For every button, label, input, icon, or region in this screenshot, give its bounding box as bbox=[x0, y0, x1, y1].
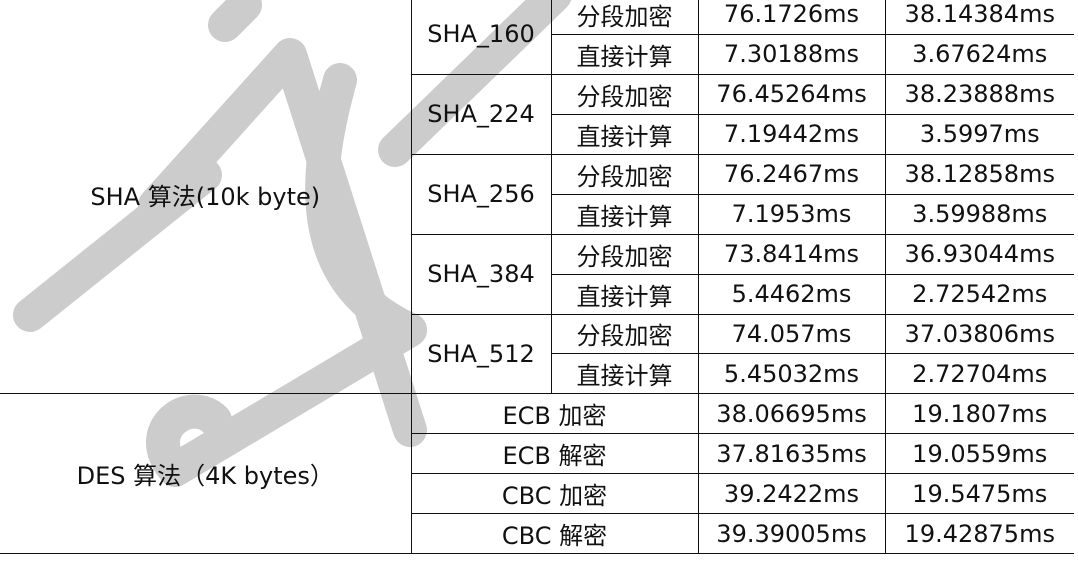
mode-cell: CBC 加密 bbox=[410, 473, 699, 515]
time-cell: 38.14384ms bbox=[884, 0, 1074, 35]
time-cell: 7.30188ms bbox=[697, 33, 886, 75]
algorithm-name: SHA_256 bbox=[410, 153, 552, 235]
method-cell: 分段加密 bbox=[550, 313, 699, 355]
method-cell: 分段加密 bbox=[550, 233, 699, 275]
table-row: SHA 算法(10k byte) SHA_160 分段加密 76.1726ms 38.1… bbox=[0, 0, 1074, 395]
time-cell: 2.72704ms bbox=[884, 353, 1074, 395]
time-cell: 37.81635ms bbox=[697, 433, 886, 475]
mode-cell: ECB 加密 bbox=[410, 393, 699, 435]
algorithm-name: SHA_384 bbox=[410, 233, 552, 315]
benchmark-table: SHA 算法(10k byte) SHA_160 分段加密 76.1726ms 38.1… bbox=[0, 0, 1074, 555]
method-cell: 直接计算 bbox=[550, 273, 699, 315]
algorithm-name: SHA_224 bbox=[410, 73, 552, 155]
time-cell: 39.2422ms bbox=[697, 473, 886, 515]
method-cell: 直接计算 bbox=[550, 33, 699, 75]
mode-cell: ECB 解密 bbox=[410, 433, 699, 475]
time-cell: 7.1953ms bbox=[697, 193, 886, 235]
mode-cell: CBC 解密 bbox=[410, 513, 699, 555]
time-cell: 76.1726ms bbox=[697, 0, 886, 35]
time-cell: 19.0559ms bbox=[884, 433, 1074, 475]
method-cell: 分段加密 bbox=[550, 73, 699, 115]
table-row: DES 算法（4K bytes） ECB 加密 38.06695ms 19.1807m… bbox=[0, 393, 1074, 555]
sha-group-label: SHA 算法(10k byte) bbox=[0, 0, 412, 395]
time-cell: 38.12858ms bbox=[884, 153, 1074, 195]
time-cell: 3.59988ms bbox=[884, 193, 1074, 235]
method-cell: 直接计算 bbox=[550, 353, 699, 395]
time-cell: 5.4462ms bbox=[697, 273, 886, 315]
time-cell: 37.03806ms bbox=[884, 313, 1074, 355]
time-cell: 2.72542ms bbox=[884, 273, 1074, 315]
method-cell: 分段加密 bbox=[550, 153, 699, 195]
time-cell: 38.06695ms bbox=[697, 393, 886, 435]
des-group-label: DES 算法（4K bytes） bbox=[0, 393, 412, 555]
time-cell: 19.42875ms bbox=[884, 513, 1074, 555]
time-cell: 76.2467ms bbox=[697, 153, 886, 195]
time-cell: 7.19442ms bbox=[697, 113, 886, 155]
time-cell: 38.23888ms bbox=[884, 73, 1074, 115]
method-cell: 直接计算 bbox=[550, 193, 699, 235]
time-cell: 19.5475ms bbox=[884, 473, 1074, 515]
algorithm-name: SHA_512 bbox=[410, 313, 552, 395]
algorithm-name: SHA_160 bbox=[410, 0, 552, 75]
time-cell: 3.67624ms bbox=[884, 33, 1074, 75]
time-cell: 74.057ms bbox=[697, 313, 886, 355]
time-cell: 36.93044ms bbox=[884, 233, 1074, 275]
time-cell: 39.39005ms bbox=[697, 513, 886, 555]
method-cell: 直接计算 bbox=[550, 113, 699, 155]
time-cell: 73.8414ms bbox=[697, 233, 886, 275]
time-cell: 3.5997ms bbox=[884, 113, 1074, 155]
time-cell: 5.45032ms bbox=[697, 353, 886, 395]
time-cell: 76.45264ms bbox=[697, 73, 886, 115]
time-cell: 19.1807ms bbox=[884, 393, 1074, 435]
method-cell: 分段加密 bbox=[550, 0, 699, 35]
